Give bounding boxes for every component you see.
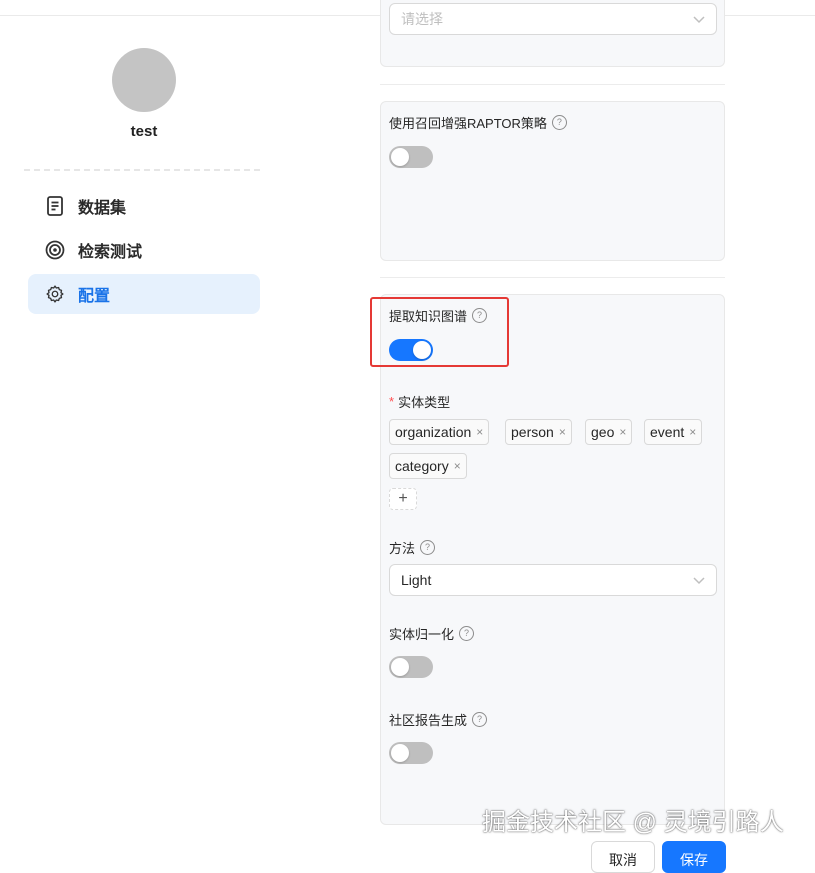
cancel-button[interactable]: 取消 <box>591 841 655 873</box>
username: test <box>130 123 158 140</box>
required-mark: * <box>389 394 395 409</box>
tag-label: geo <box>591 424 615 440</box>
entity-types-label-text: 实体类型 <box>398 395 451 410</box>
community-report-switch[interactable] <box>389 742 433 764</box>
help-icon[interactable]: ? <box>459 626 475 641</box>
target-icon <box>45 240 65 260</box>
tag-label: category <box>395 458 449 474</box>
entity-tag: organization × <box>389 419 490 445</box>
close-icon[interactable]: × <box>619 425 626 439</box>
chevron-down-icon <box>693 16 705 24</box>
top-select[interactable]: 请选择 <box>389 3 717 35</box>
entity-tag: event × <box>644 419 703 445</box>
method-label-text: 方法 <box>389 541 416 556</box>
watermark: 掘金技术社区 @ 灵境引路人 <box>482 809 784 836</box>
sidebar-item-retrieval-test[interactable]: 检索测试 <box>28 230 260 270</box>
raptor-label: 使用召回增强RAPTOR策略 ? <box>389 113 567 132</box>
save-button[interactable]: 保存 <box>662 841 726 873</box>
knowledge-graph-panel <box>380 294 725 825</box>
avatar <box>112 48 176 112</box>
close-icon[interactable]: × <box>559 425 566 439</box>
sidebar-item-label: 数据集 <box>78 200 127 217</box>
close-icon[interactable]: × <box>454 459 461 473</box>
method-select[interactable]: Light <box>389 564 717 596</box>
entity-resolution-label: 实体归一化 ? <box>389 624 475 643</box>
switch-knob <box>391 148 409 166</box>
switch-knob <box>391 744 409 762</box>
sidebar-item-config[interactable]: 配置 <box>28 274 260 314</box>
raptor-label-text: 使用召回增强RAPTOR策略 <box>389 116 547 131</box>
close-icon[interactable]: × <box>476 425 483 439</box>
top-select-placeholder: 请选择 <box>401 11 443 27</box>
help-icon[interactable]: ? <box>420 540 436 555</box>
entity-types-label: * 实体类型 <box>389 392 450 411</box>
gear-icon <box>45 284 65 304</box>
raptor-switch[interactable] <box>389 146 433 168</box>
section-divider <box>380 84 725 85</box>
document-icon <box>45 196 65 216</box>
entity-resolution-label-text: 实体归一化 <box>389 627 455 642</box>
community-report-label-text: 社区报告生成 <box>389 713 468 728</box>
chevron-down-icon <box>693 577 705 585</box>
add-tag-button[interactable]: + <box>389 488 417 510</box>
sidebar-item-label: 检索测试 <box>78 244 143 261</box>
entity-resolution-switch[interactable] <box>389 656 433 678</box>
entity-tag: geo × <box>585 419 633 445</box>
sidebar-item-label: 配置 <box>78 288 111 305</box>
tag-label: event <box>650 424 685 440</box>
close-icon[interactable]: × <box>689 425 696 439</box>
switch-knob <box>391 658 409 676</box>
sidebar-divider <box>24 169 260 171</box>
sidebar-item-dataset[interactable]: 数据集 <box>28 186 260 226</box>
entity-tag: category × <box>389 453 467 479</box>
section-divider <box>380 277 725 278</box>
entity-tag: person × <box>505 419 572 445</box>
tag-label: organization <box>395 424 472 440</box>
help-icon[interactable]: ? <box>472 712 488 727</box>
method-label: 方法 ? <box>389 538 436 557</box>
highlight-box <box>370 297 509 367</box>
tag-label: person <box>511 424 554 440</box>
community-report-label: 社区报告生成 ? <box>389 710 488 729</box>
help-icon[interactable]: ? <box>551 115 567 130</box>
method-select-value: Light <box>401 572 432 588</box>
